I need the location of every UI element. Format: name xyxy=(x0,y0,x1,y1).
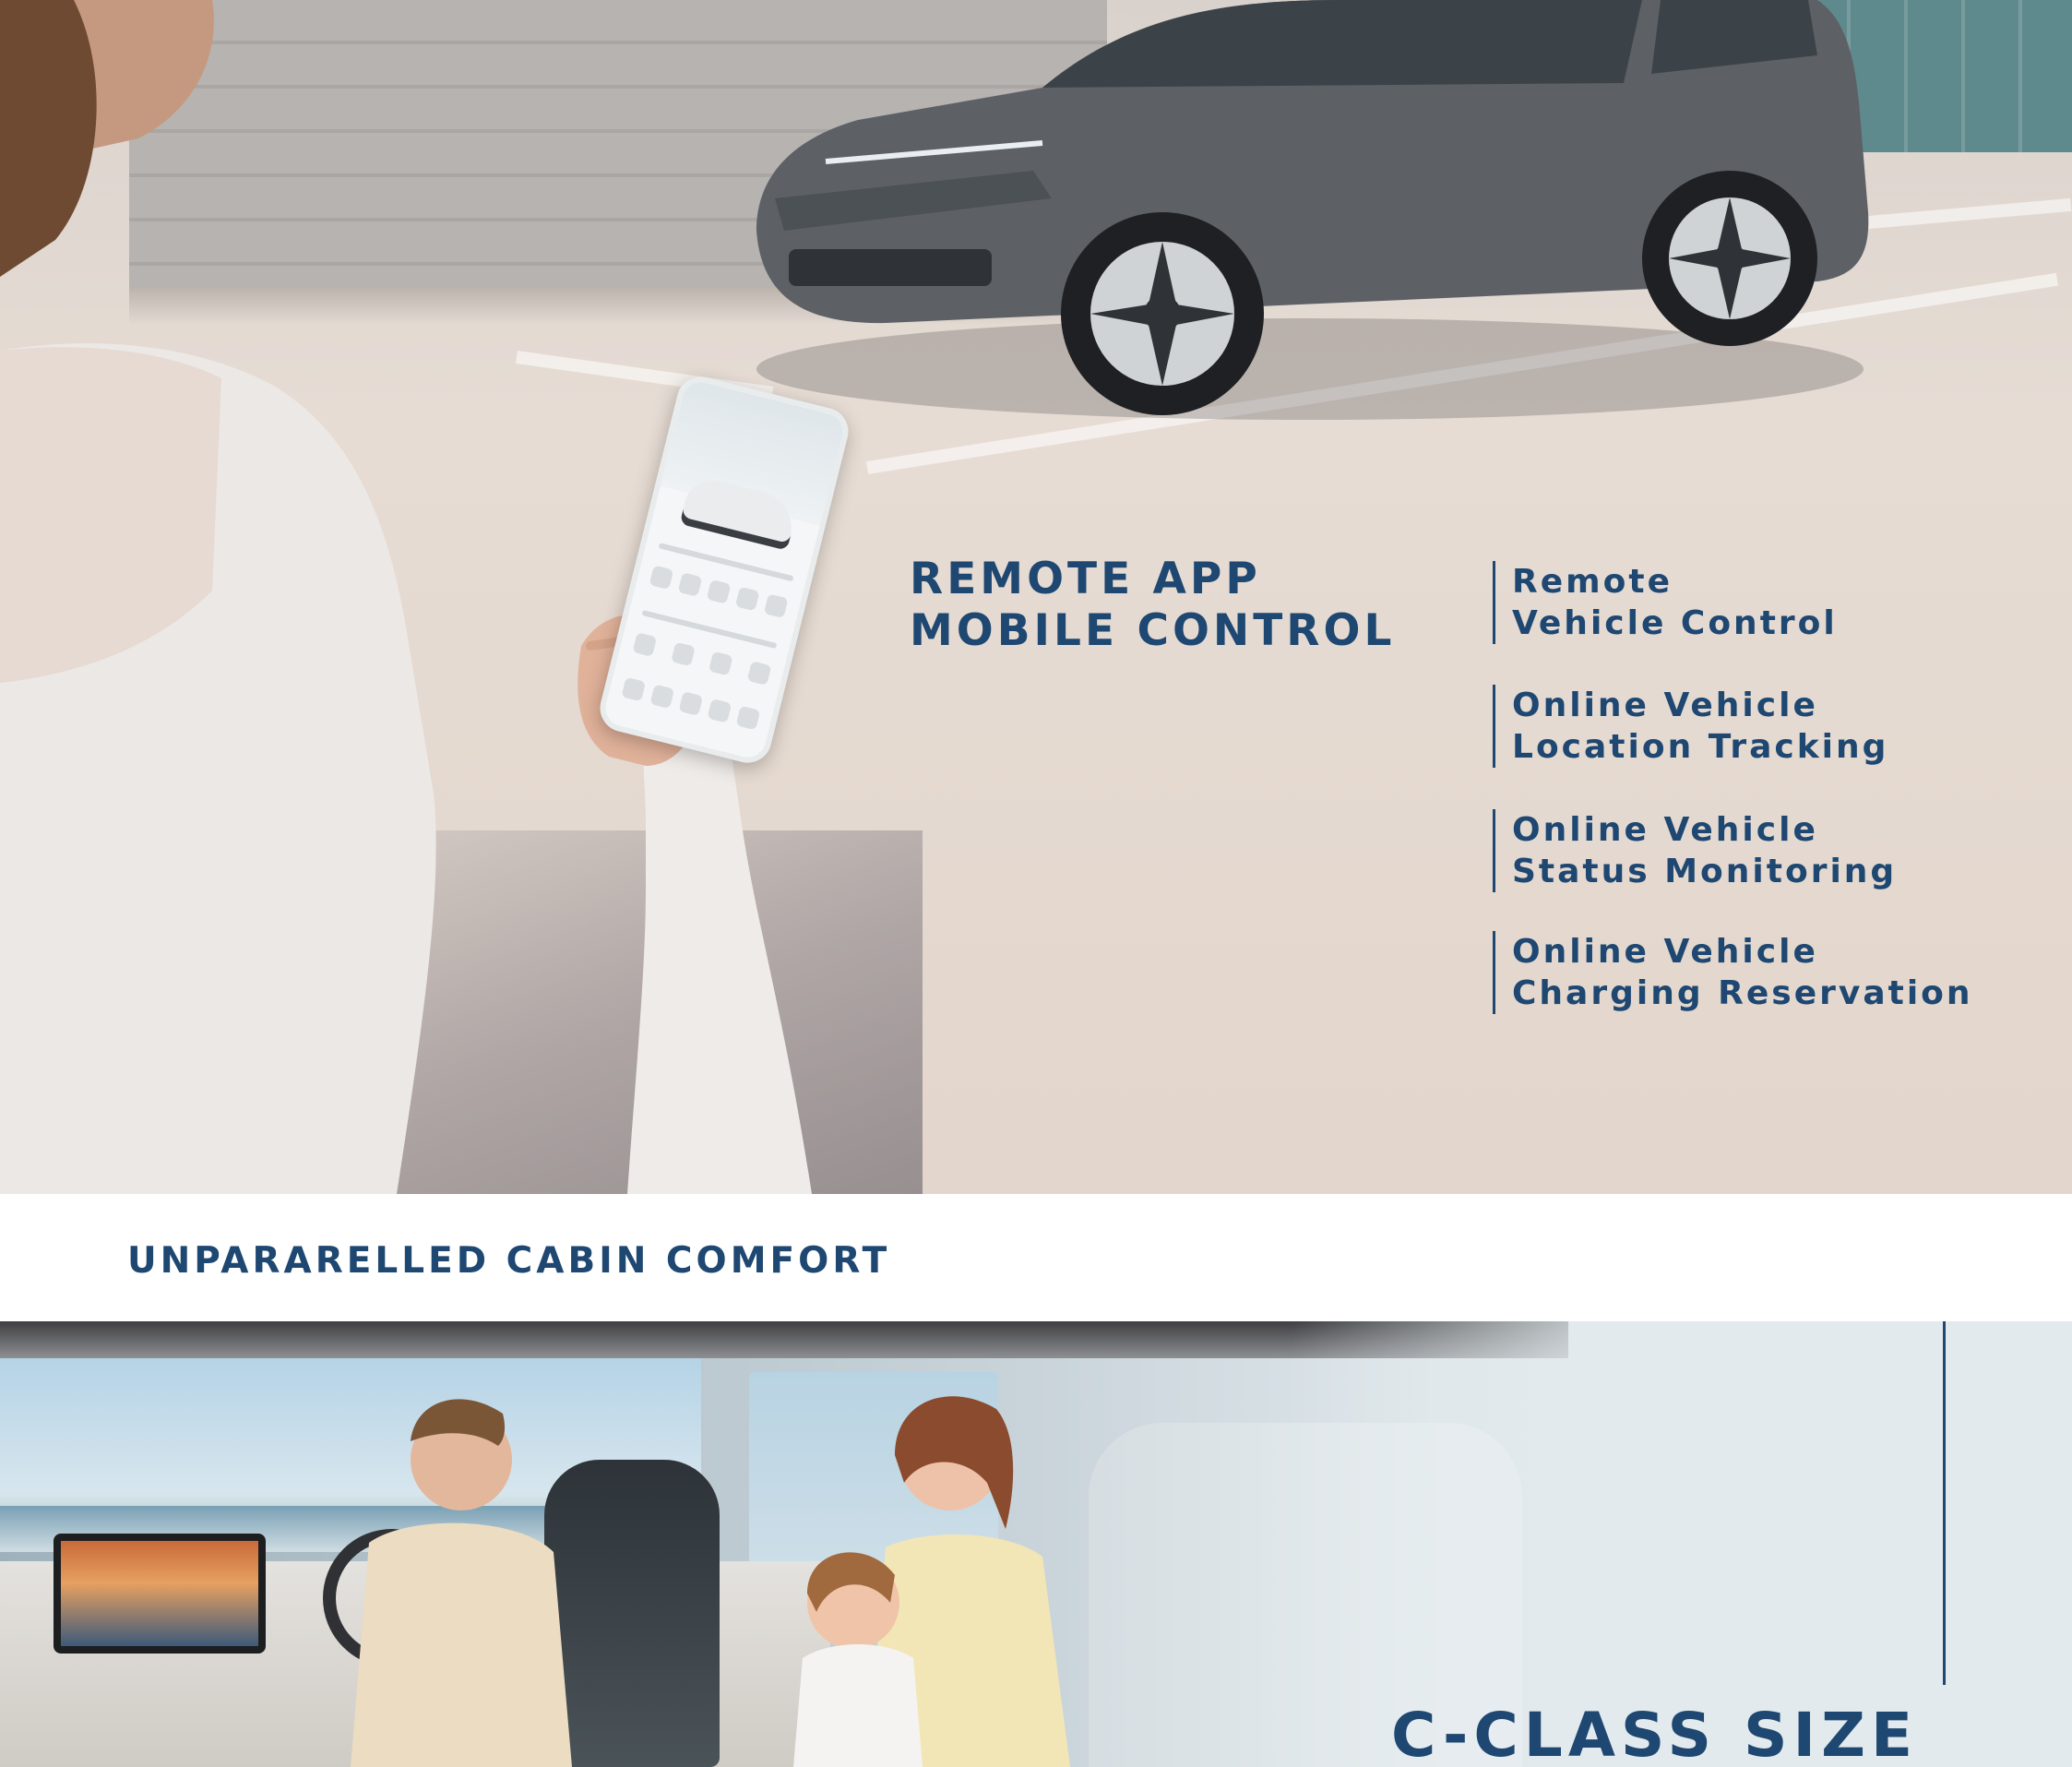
driver-image xyxy=(351,1399,572,1767)
remote-app-title: REMOTE APP MOBILE CONTROL xyxy=(910,554,1463,657)
cabin-divider-line xyxy=(1943,1321,1946,1685)
remote-app-title-line2: MOBILE CONTROL xyxy=(910,605,1396,656)
hero-section: REMOTE APP MOBILE CONTROL Remote Vehicle… xyxy=(0,0,2072,1194)
passengers-image xyxy=(793,1396,1070,1767)
feature-status-monitoring: Online Vehicle Status Monitoring xyxy=(1493,809,2009,892)
feature-text: Remote Vehicle Control xyxy=(1512,563,1838,642)
cabin-section: C-CLASS SIZE xyxy=(0,1321,2072,1767)
feature-text: Online Vehicle Charging Reservation xyxy=(1512,933,1973,1012)
feature-charging-reservation: Online Vehicle Charging Reservation xyxy=(1493,931,2009,1014)
infotainment-screen xyxy=(54,1534,266,1654)
cabin-comfort-banner: UNPARARELLED CABIN COMFORT xyxy=(0,1194,2072,1321)
feature-remote-vehicle-control: Remote Vehicle Control xyxy=(1493,561,2009,644)
feature-location-tracking: Online Vehicle Location Tracking xyxy=(1493,685,2009,768)
c-class-size-heading: C-CLASS SIZE xyxy=(1391,1700,1919,1767)
remote-app-title-line1: REMOTE APP xyxy=(910,554,1261,604)
cabin-comfort-heading: UNPARARELLED CABIN COMFORT xyxy=(127,1240,891,1282)
feature-text: Online Vehicle Location Tracking xyxy=(1512,687,1889,766)
feature-text: Online Vehicle Status Monitoring xyxy=(1512,811,1898,890)
